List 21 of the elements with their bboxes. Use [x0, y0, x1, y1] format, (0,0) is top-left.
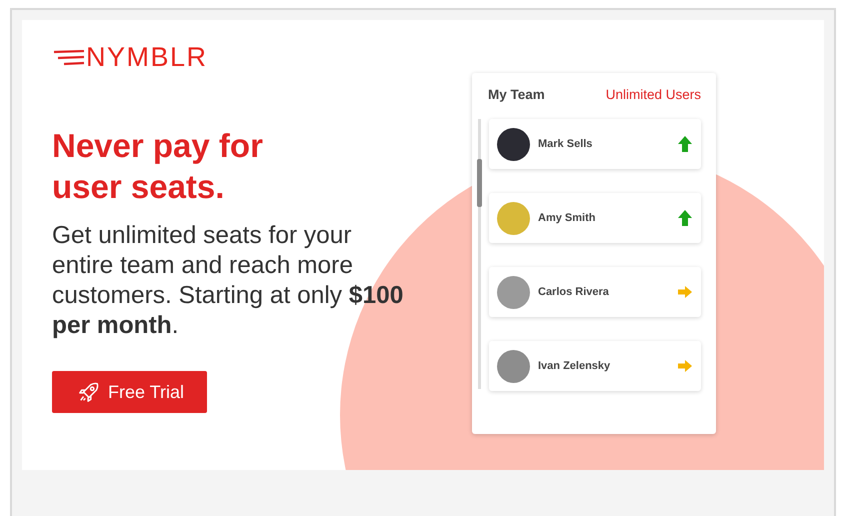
rocket-icon	[78, 381, 100, 403]
member-name: Mark Sells	[538, 138, 594, 150]
member-name: Amy Smith	[538, 212, 596, 224]
speed-lines-icon	[52, 50, 86, 66]
avatar-circle	[497, 128, 530, 160]
member-row[interactable]: Carlos Rivera	[489, 267, 701, 317]
member-name: Ivan Zelensky	[538, 360, 612, 372]
logo-text: NYMBLR	[86, 42, 208, 73]
avatar-circle	[497, 202, 530, 234]
description: Get unlimited seats for your entire team and reach more customers. Starting at only $100 per month.	[52, 221, 404, 341]
avatar-circle	[497, 350, 530, 382]
headline: Never pay for user seats.	[52, 126, 264, 207]
member-name: Carlos Rivera	[538, 286, 610, 298]
team-title: My Team	[488, 87, 545, 102]
unlimited-users-label: Unlimited Users	[606, 87, 701, 102]
member-row[interactable]: Amy Smith	[489, 193, 701, 243]
free-trial-button[interactable]: Free Trial	[52, 371, 207, 413]
member-row[interactable]: Mark Sells	[489, 119, 701, 169]
scrollbar[interactable]	[478, 119, 481, 389]
member-row[interactable]: Ivan Zelensky	[489, 341, 701, 391]
avatar-circle	[497, 276, 530, 308]
